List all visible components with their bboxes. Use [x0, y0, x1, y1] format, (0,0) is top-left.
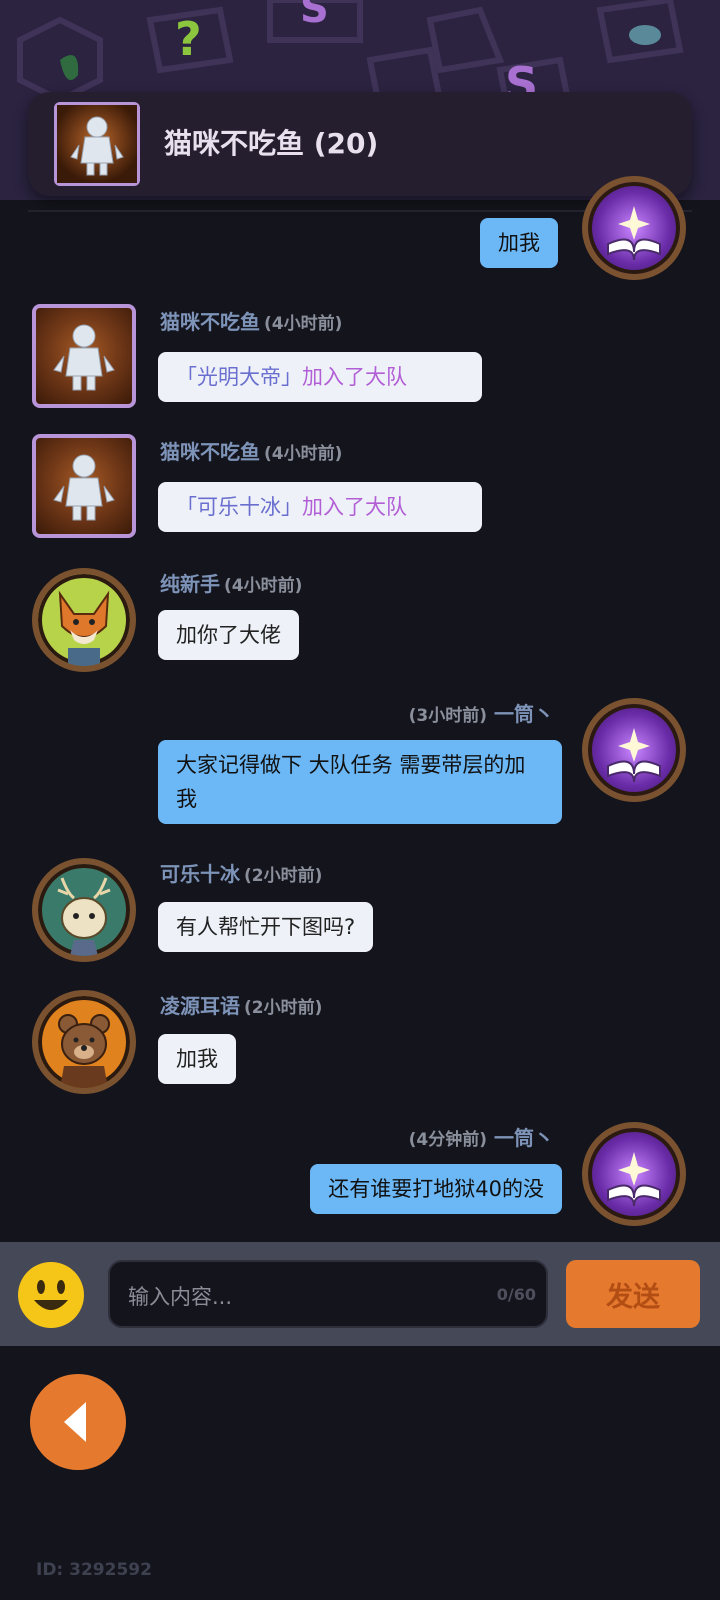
- joined-member-name: 「可乐十冰」: [176, 495, 302, 519]
- sender-name: 猫咪不吃鱼: [160, 310, 260, 334]
- send-button[interactable]: 发送: [566, 1260, 700, 1328]
- sender-name-line: 纯新手 (4小时前): [160, 568, 302, 597]
- my-message-bubble[interactable]: 加我: [480, 218, 558, 268]
- message-time: (4小时前): [264, 314, 343, 334]
- sender-name-line: 猫咪不吃鱼 (4小时前): [160, 436, 342, 465]
- message-bubble[interactable]: 加我: [158, 1034, 236, 1084]
- message-time: (3小时前): [408, 706, 488, 726]
- my-avatar[interactable]: [582, 1122, 686, 1226]
- message-input[interactable]: 输入内容... 0/60: [108, 1260, 548, 1328]
- message-time: (4小时前): [264, 444, 343, 464]
- back-button[interactable]: [30, 1374, 126, 1470]
- my-name: 一筒丶: [494, 1126, 554, 1150]
- join-action-text: 加入了大队: [302, 495, 407, 519]
- system-message-bubble[interactable]: 「可乐十冰」加入了大队: [158, 482, 482, 532]
- sender-avatar[interactable]: [32, 568, 136, 672]
- sender-name: 凌源耳语: [160, 994, 240, 1018]
- sender-avatar[interactable]: [32, 858, 136, 962]
- sender-name: 猫咪不吃鱼: [160, 440, 260, 464]
- message-time: (2小时前): [244, 998, 323, 1018]
- back-arrow-icon: [64, 1402, 86, 1442]
- smiley-icon: [34, 1280, 68, 1310]
- emoji-button[interactable]: [18, 1262, 84, 1328]
- sender-name-line: 可乐十冰 (2小时前): [160, 858, 322, 887]
- svg-text:S: S: [300, 0, 329, 32]
- sender-name-line: 凌源耳语 (2小时前): [160, 990, 322, 1019]
- message-time: (2小时前): [244, 866, 323, 886]
- chat-input-bar: 输入内容... 0/60 发送: [0, 1242, 720, 1346]
- my-avatar[interactable]: [582, 698, 686, 802]
- my-message-bubble[interactable]: 还有谁要打地狱40的没: [310, 1164, 562, 1214]
- sender-name: 纯新手: [160, 572, 220, 596]
- sender-avatar[interactable]: [32, 990, 136, 1094]
- user-id-label: ID: 3292592: [36, 1560, 152, 1580]
- sender-avatar[interactable]: [32, 434, 136, 538]
- my-name: 一筒丶: [494, 702, 554, 726]
- message-time: (4小时前): [224, 576, 303, 596]
- my-name-line: (4分钟前) 一筒丶: [405, 1122, 554, 1151]
- char-counter: 0/60: [496, 1285, 536, 1304]
- my-name-line: (3小时前) 一筒丶: [405, 698, 554, 727]
- join-action-text: 加入了大队: [302, 365, 407, 389]
- message-time: (4分钟前): [408, 1130, 488, 1150]
- svg-text:?: ?: [175, 12, 202, 66]
- sender-name-line: 猫咪不吃鱼 (4小时前): [160, 306, 342, 335]
- group-avatar[interactable]: [54, 102, 140, 186]
- joined-member-name: 「光明大帝」: [176, 365, 302, 389]
- group-header: 猫咪不吃鱼 (20): [28, 92, 692, 196]
- my-message-bubble[interactable]: 大家记得做下 大队任务 需要带层的加我: [158, 740, 562, 824]
- input-placeholder: 输入内容...: [128, 1285, 233, 1309]
- message-bubble[interactable]: 有人帮忙开下图吗?: [158, 902, 374, 952]
- sender-name: 可乐十冰: [160, 862, 240, 886]
- sender-avatar[interactable]: [32, 304, 136, 408]
- my-avatar[interactable]: [582, 176, 686, 280]
- system-message-bubble[interactable]: 「光明大帝」加入了大队: [158, 352, 482, 402]
- group-title: 猫咪不吃鱼 (20): [164, 127, 379, 160]
- message-bubble[interactable]: 加你了大佬: [158, 610, 299, 660]
